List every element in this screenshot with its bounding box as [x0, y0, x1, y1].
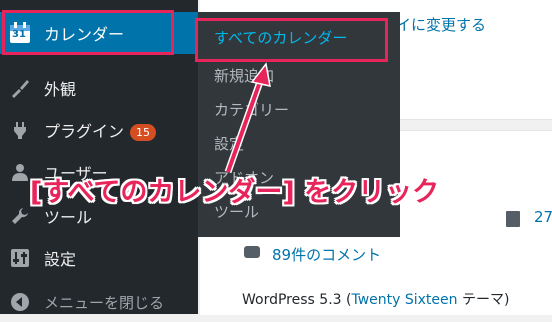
annotation-callout: [すべてのカレンダー] をクリック [30, 177, 440, 208]
annotation-arrow [224, 62, 271, 174]
